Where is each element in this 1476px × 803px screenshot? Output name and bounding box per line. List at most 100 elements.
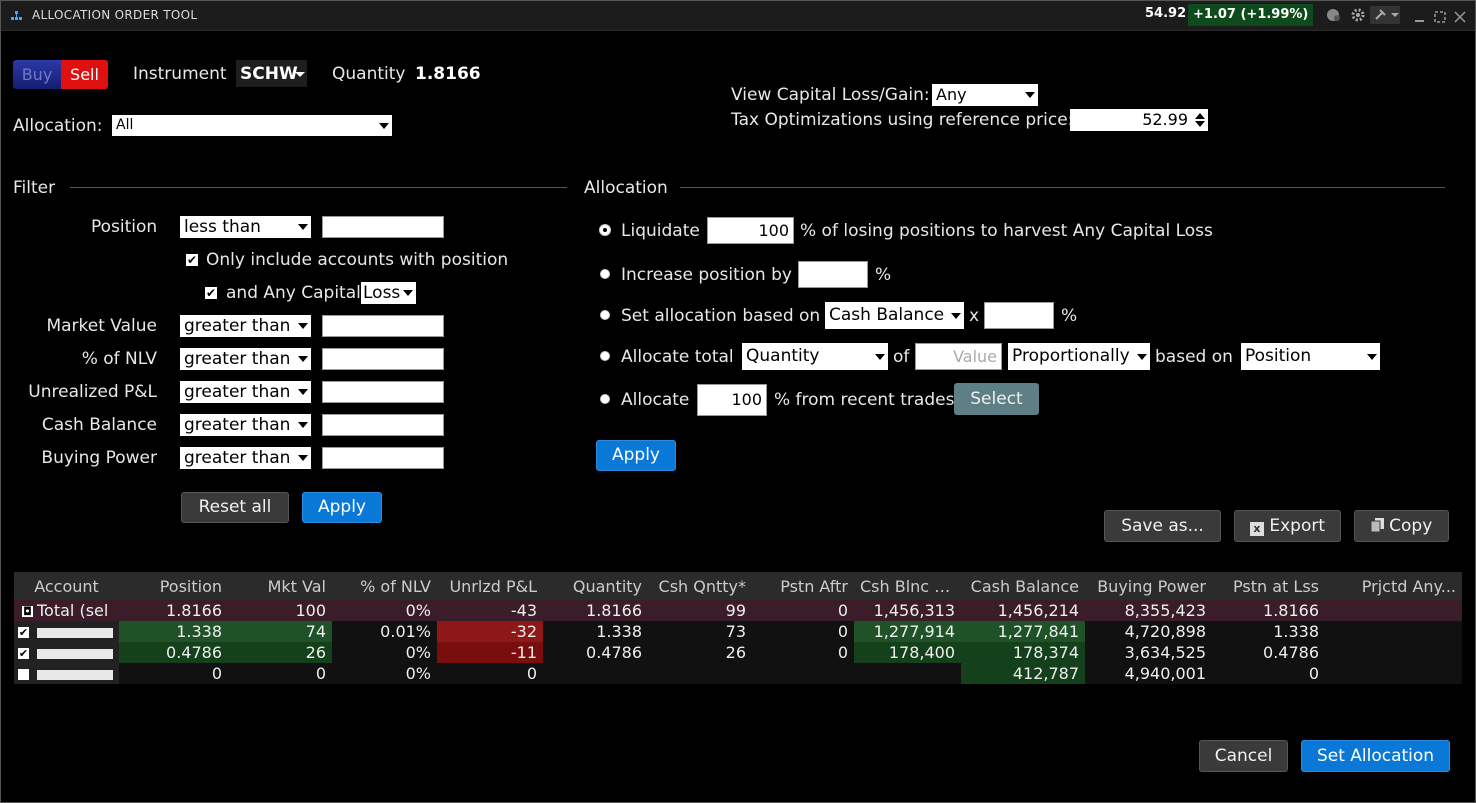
allocate-total-select[interactable]: Quantity — [742, 343, 888, 370]
position-filter-op[interactable]: less than — [180, 216, 311, 238]
proportion-select[interactable]: Proportionally — [1008, 343, 1150, 370]
row-checkbox[interactable]: ✔ — [18, 627, 29, 638]
cancel-button[interactable]: Cancel — [1199, 740, 1288, 772]
table-row[interactable]: ✔ 0.4786 26 0% -11 0.4786 26 0 178,400 1… — [14, 642, 1462, 663]
based-on-label: based on — [1155, 347, 1233, 367]
table-cell: 0 — [228, 663, 332, 684]
table-row[interactable]: 0 0 0% 0 412,787 4,940,001 0 — [14, 663, 1462, 684]
table-cell — [543, 663, 648, 684]
maximize-icon[interactable] — [1434, 8, 1446, 23]
liquidate-radio[interactable] — [600, 225, 610, 235]
recent-trades-radio[interactable] — [600, 394, 610, 404]
chevron-down-icon — [1367, 354, 1377, 360]
copy-button[interactable]: Copy — [1354, 510, 1449, 542]
table-header-row: Account Position Mkt Val % of NLV Unrlzd… — [14, 572, 1462, 600]
col-account[interactable]: Account — [14, 572, 119, 600]
table-row-total[interactable]: ◘ Total (sel 1.8166 100 0% -43 1.8166 99 … — [14, 600, 1462, 621]
col-unrlzd[interactable]: Unrlzd P&L — [437, 572, 543, 600]
table-cell: 4,720,898 — [1085, 621, 1212, 642]
select-all-checkbox[interactable]: ◘ — [22, 606, 33, 617]
instrument-select[interactable]: SCHW — [236, 60, 307, 87]
set-allocation-button[interactable]: Set Allocation — [1301, 740, 1450, 772]
chevron-down-icon — [1025, 92, 1035, 98]
table-cell: 4,940,001 — [1085, 663, 1212, 684]
capital-type-select[interactable]: Loss — [361, 282, 416, 304]
chevron-down-icon — [379, 123, 389, 129]
filter-op-market-value[interactable]: greater than — [180, 315, 311, 337]
instrument-label: Instrument — [133, 64, 227, 84]
col-nlv[interactable]: % of NLV — [332, 572, 437, 600]
pin-icon[interactable] — [1370, 6, 1400, 24]
multiplier-input[interactable] — [984, 302, 1054, 329]
any-capital-checkbox[interactable]: ✔ — [205, 287, 217, 299]
table-cell: 1,277,841 — [961, 621, 1085, 642]
total-value-input[interactable]: Value — [915, 343, 1002, 370]
col-quantity[interactable]: Quantity — [543, 572, 648, 600]
col-buying-power[interactable]: Buying Power — [1085, 572, 1212, 600]
buy-button[interactable]: Buy — [13, 60, 61, 89]
export-button[interactable]: x Export — [1234, 510, 1341, 542]
reference-price-value: 52.99 — [1142, 110, 1188, 129]
recent-trades-input[interactable]: 100 — [697, 384, 767, 416]
liquidate-label: Liquidate — [621, 221, 700, 241]
filter-input-nlv[interactable] — [322, 348, 444, 370]
allocation-select[interactable]: All — [112, 115, 392, 136]
filter-apply-button[interactable]: Apply — [302, 492, 382, 523]
col-cash-balance[interactable]: Cash Balance — [961, 572, 1085, 600]
filter-input-cash-balance[interactable] — [322, 414, 444, 436]
reset-all-button[interactable]: Reset all — [181, 492, 289, 523]
col-mkt-val[interactable]: Mkt Val — [228, 572, 332, 600]
sell-button[interactable]: Sell — [61, 60, 108, 89]
spinner-icon[interactable] — [1195, 112, 1205, 128]
col-csh-blnc-aftr[interactable]: Csh Blnc Aftr — [854, 572, 961, 600]
position-filter-label: Position — [91, 217, 158, 237]
table-cell: 0.01% — [332, 621, 437, 642]
row-checkbox[interactable]: ✔ — [18, 648, 29, 659]
allocate-total-radio[interactable] — [600, 351, 610, 361]
title-bar: ALLOCATION ORDER TOOL 54.92 +1.07 (+1.99… — [0, 0, 1476, 31]
set-allocation-select[interactable]: Cash Balance — [825, 302, 964, 329]
table-cell: -11 — [437, 642, 543, 663]
close-icon[interactable] — [1454, 8, 1466, 23]
col-csh-qntty[interactable]: Csh Qntty* — [648, 572, 752, 600]
col-prjctd[interactable]: Prjctd Any... — [1325, 572, 1462, 600]
multiplier-suffix: % — [1061, 306, 1078, 326]
filter-op-buying-power[interactable]: greater than — [180, 447, 311, 469]
position-filter-input[interactable] — [322, 216, 444, 238]
filter-input-buying-power[interactable] — [322, 447, 444, 469]
row-checkbox[interactable] — [18, 669, 29, 680]
only-include-checkbox[interactable]: ✔ — [186, 254, 198, 266]
view-capital-label: View Capital Loss/Gain: — [731, 85, 930, 105]
chevron-down-icon — [951, 313, 961, 319]
increase-radio[interactable] — [600, 269, 610, 279]
allocation-apply-button[interactable]: Apply — [596, 440, 676, 471]
filter-op-nlv[interactable]: greater than — [180, 348, 311, 370]
filter-op-unrealized[interactable]: greater than — [180, 381, 311, 403]
allocation-heading: Allocation — [584, 178, 668, 198]
set-allocation-radio[interactable] — [600, 310, 610, 320]
col-position[interactable]: Position — [119, 572, 228, 600]
app-icon — [10, 8, 22, 20]
select-trades-button[interactable]: Select — [954, 383, 1039, 415]
link-icon[interactable] — [1326, 7, 1342, 23]
table-row[interactable]: ✔ 1.338 74 0.01% -32 1.338 73 0 1,277,91… — [14, 621, 1462, 642]
allocation-table: Account Position Mkt Val % of NLV Unrlzd… — [14, 572, 1462, 684]
quantity-label: Quantity — [332, 64, 406, 84]
view-capital-select[interactable]: Any — [932, 84, 1038, 106]
minimize-icon[interactable] — [1414, 8, 1426, 22]
based-on-select[interactable]: Position — [1241, 343, 1380, 370]
set-allocation-value: Cash Balance — [829, 305, 945, 325]
filter-input-unrealized[interactable] — [322, 381, 444, 403]
reference-price-input[interactable]: 52.99 — [1070, 109, 1208, 131]
save-as-button[interactable]: Save as... — [1104, 510, 1221, 542]
filter-op-cash-balance[interactable]: greater than — [180, 414, 311, 436]
gear-icon[interactable] — [1350, 7, 1366, 23]
filter-op-value: greater than — [184, 349, 291, 369]
filter-op-value: greater than — [184, 415, 291, 435]
increase-input[interactable] — [798, 261, 868, 288]
liquidate-input[interactable]: 100 — [707, 217, 794, 244]
col-pstn-aftr[interactable]: Pstn Aftr — [752, 572, 854, 600]
table-cell: 0 — [1212, 663, 1325, 684]
col-pstn-at-lss[interactable]: Pstn at Lss — [1212, 572, 1325, 600]
filter-input-market-value[interactable] — [322, 315, 444, 337]
